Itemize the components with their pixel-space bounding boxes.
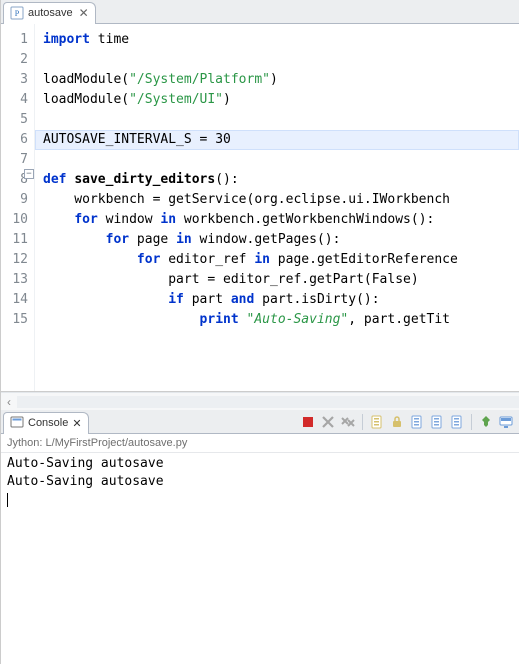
line-number: 9 [1,190,28,210]
close-icon[interactable]: ✕ [72,417,81,430]
fold-toggle-icon[interactable]: − [24,169,34,179]
code-line[interactable]: AUTOSAVE_INTERVAL_S = 30 [35,130,519,150]
scroll-left-icon[interactable]: ‹ [1,395,17,409]
line-number: 7 [1,150,28,170]
remove-all-icon[interactable] [339,413,357,431]
code-line[interactable] [43,150,519,170]
code-area[interactable]: import time loadModule("/System/Platform… [35,24,519,391]
line-number: 6 [1,130,28,150]
line-number: 13 [1,270,28,290]
scroll-track[interactable] [17,396,519,408]
console-tab[interactable]: Console ✕ [3,412,89,434]
python-file-icon: P [10,6,24,20]
console-line: Auto-Saving autosave [7,455,513,473]
code-line[interactable] [43,50,519,70]
remove-terminated-icon[interactable] [319,413,337,431]
toolbar-separator [471,414,472,430]
code-line[interactable]: workbench = getService(org.eclipse.ui.IW… [43,190,519,210]
clear-console-icon[interactable] [368,413,386,431]
line-number: 8− [1,170,28,190]
line-number: 14 [1,290,28,310]
line-number: 2 [1,50,28,70]
console-process-header: Jython: L/MyFirstProject/autosave.py [1,434,519,453]
code-line[interactable]: for page in window.getPages(): [43,230,519,250]
word-wrap-icon[interactable] [408,413,426,431]
line-number: 5 [1,110,28,130]
code-line[interactable]: loadModule("/System/Platform") [43,70,519,90]
line-number: 11 [1,230,28,250]
editor-tab-bar: P autosave ✕ [1,0,519,24]
code-line[interactable]: for editor_ref in page.getEditorReferenc… [43,250,519,270]
line-number: 1 [1,30,28,50]
line-number-gutter: 12345678−9101112131415 [1,24,35,391]
code-line[interactable]: for window in workbench.getWorkbenchWind… [43,210,519,230]
toolbar-separator [362,414,363,430]
pin-console-icon[interactable] [477,413,495,431]
line-number: 15 [1,310,28,330]
code-line[interactable]: part = editor_ref.getPart(False) [43,270,519,290]
code-line[interactable] [43,110,519,130]
scroll-lock-icon[interactable] [388,413,406,431]
display-console-icon[interactable] [497,413,515,431]
show-when-output-icon[interactable] [428,413,446,431]
show-when-error-icon[interactable] [448,413,466,431]
console-view: Jython: L/MyFirstProject/autosave.py Aut… [1,434,519,664]
line-number: 10 [1,210,28,230]
terminate-icon[interactable] [299,413,317,431]
close-icon[interactable]: ✕ [79,7,89,19]
console-icon [10,415,24,432]
code-line[interactable]: loadModule("/System/UI") [43,90,519,110]
code-editor[interactable]: 12345678−9101112131415 import time loadM… [1,24,519,392]
console-cursor [7,493,8,507]
console-toolbar [299,413,519,431]
console-tab-bar: Console ✕ [1,410,519,434]
svg-text:P: P [15,9,20,18]
code-line[interactable]: print "Auto-Saving", part.getTit [43,310,519,330]
console-tab-label: Console [28,417,68,429]
code-line[interactable]: def save_dirty_editors(): [43,170,519,190]
line-number: 3 [1,70,28,90]
editor-tab-label: autosave [28,7,73,19]
editor-tab-autosave[interactable]: P autosave ✕ [3,2,96,24]
console-line: Auto-Saving autosave [7,473,513,491]
code-line[interactable]: if part and part.isDirty(): [43,290,519,310]
code-line[interactable]: import time [43,30,519,50]
console-output[interactable]: Auto-Saving autosaveAuto-Saving autosave [1,453,519,664]
line-number: 12 [1,250,28,270]
editor-horizontal-scrollbar[interactable]: ‹ [1,392,519,410]
line-number: 4 [1,90,28,110]
